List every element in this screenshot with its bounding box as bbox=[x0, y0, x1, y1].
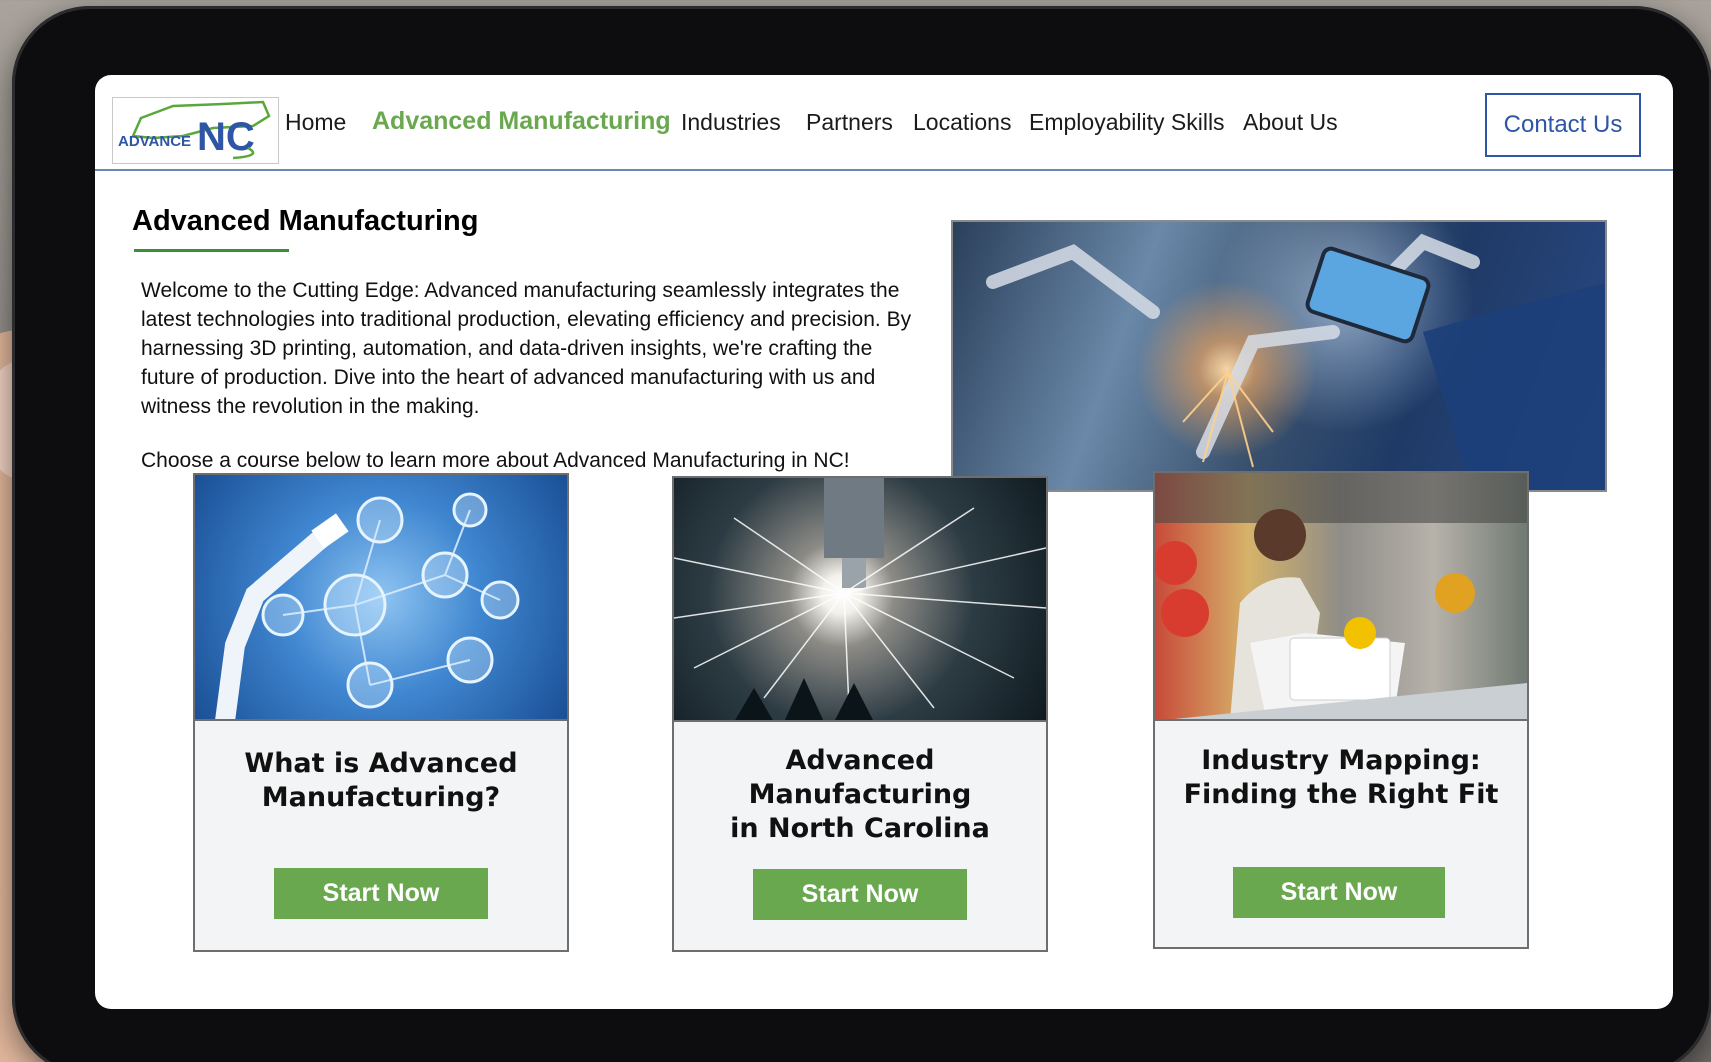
course-title-line2: in North Carolina bbox=[730, 813, 990, 844]
course-card-am-in-nc: Advanced Manufacturing in North Carolina… bbox=[672, 476, 1048, 952]
laser-sparks-image bbox=[674, 478, 1046, 722]
course-title: What is Advanced Manufacturing? bbox=[195, 747, 567, 815]
advance-nc-logo[interactable]: ADVANCE NC bbox=[112, 97, 279, 164]
nav-item-home[interactable]: Home bbox=[285, 109, 346, 136]
title-underline bbox=[134, 249, 289, 252]
robot-network-image bbox=[195, 475, 567, 721]
start-now-button[interactable]: Start Now bbox=[1233, 867, 1445, 918]
course-title-line1: What is Advanced bbox=[244, 748, 518, 779]
course-prompt: Choose a course below to learn more abou… bbox=[141, 449, 850, 472]
hero-image-robotics bbox=[951, 220, 1607, 492]
nav-item-locations[interactable]: Locations bbox=[913, 109, 1011, 136]
site-header: ADVANCE NC Home Advanced Manufacturing I… bbox=[95, 75, 1673, 171]
start-now-button[interactable]: Start Now bbox=[753, 869, 967, 920]
nav-item-about-us[interactable]: About Us bbox=[1243, 109, 1338, 136]
start-now-button[interactable]: Start Now bbox=[274, 868, 488, 919]
course-card-industry-mapping: Industry Mapping: Finding the Right Fit … bbox=[1153, 471, 1529, 949]
logo-advance-text: ADVANCE bbox=[118, 133, 191, 150]
nav-item-industries[interactable]: Industries bbox=[681, 109, 781, 136]
course-title-line1: Advanced Manufacturing bbox=[748, 745, 972, 810]
worker-laptop-image bbox=[1155, 473, 1527, 721]
course-card-what-is-am: What is Advanced Manufacturing? Start No… bbox=[193, 473, 569, 952]
logo-nc-text: NC bbox=[197, 115, 255, 159]
intro-paragraph: Welcome to the Cutting Edge: Advanced ma… bbox=[141, 279, 912, 418]
course-title: Industry Mapping: Finding the Right Fit bbox=[1155, 744, 1527, 812]
course-title: Advanced Manufacturing in North Carolina bbox=[674, 744, 1046, 846]
nav-item-advanced-manufacturing[interactable]: Advanced Manufacturing bbox=[372, 107, 671, 136]
page-title: Advanced Manufacturing bbox=[132, 205, 479, 237]
tablet-screen: ADVANCE NC Home Advanced Manufacturing I… bbox=[95, 75, 1673, 1009]
nav-item-employability-skills[interactable]: Employability Skills bbox=[1029, 109, 1225, 136]
nav-item-partners[interactable]: Partners bbox=[806, 109, 893, 136]
contact-us-button[interactable]: Contact Us bbox=[1485, 93, 1641, 157]
course-title-line1: Industry Mapping: bbox=[1201, 745, 1481, 776]
course-title-line2: Finding the Right Fit bbox=[1183, 779, 1499, 810]
tablet-frame: ADVANCE NC Home Advanced Manufacturing I… bbox=[12, 6, 1711, 1062]
course-title-line2: Manufacturing? bbox=[261, 782, 501, 813]
